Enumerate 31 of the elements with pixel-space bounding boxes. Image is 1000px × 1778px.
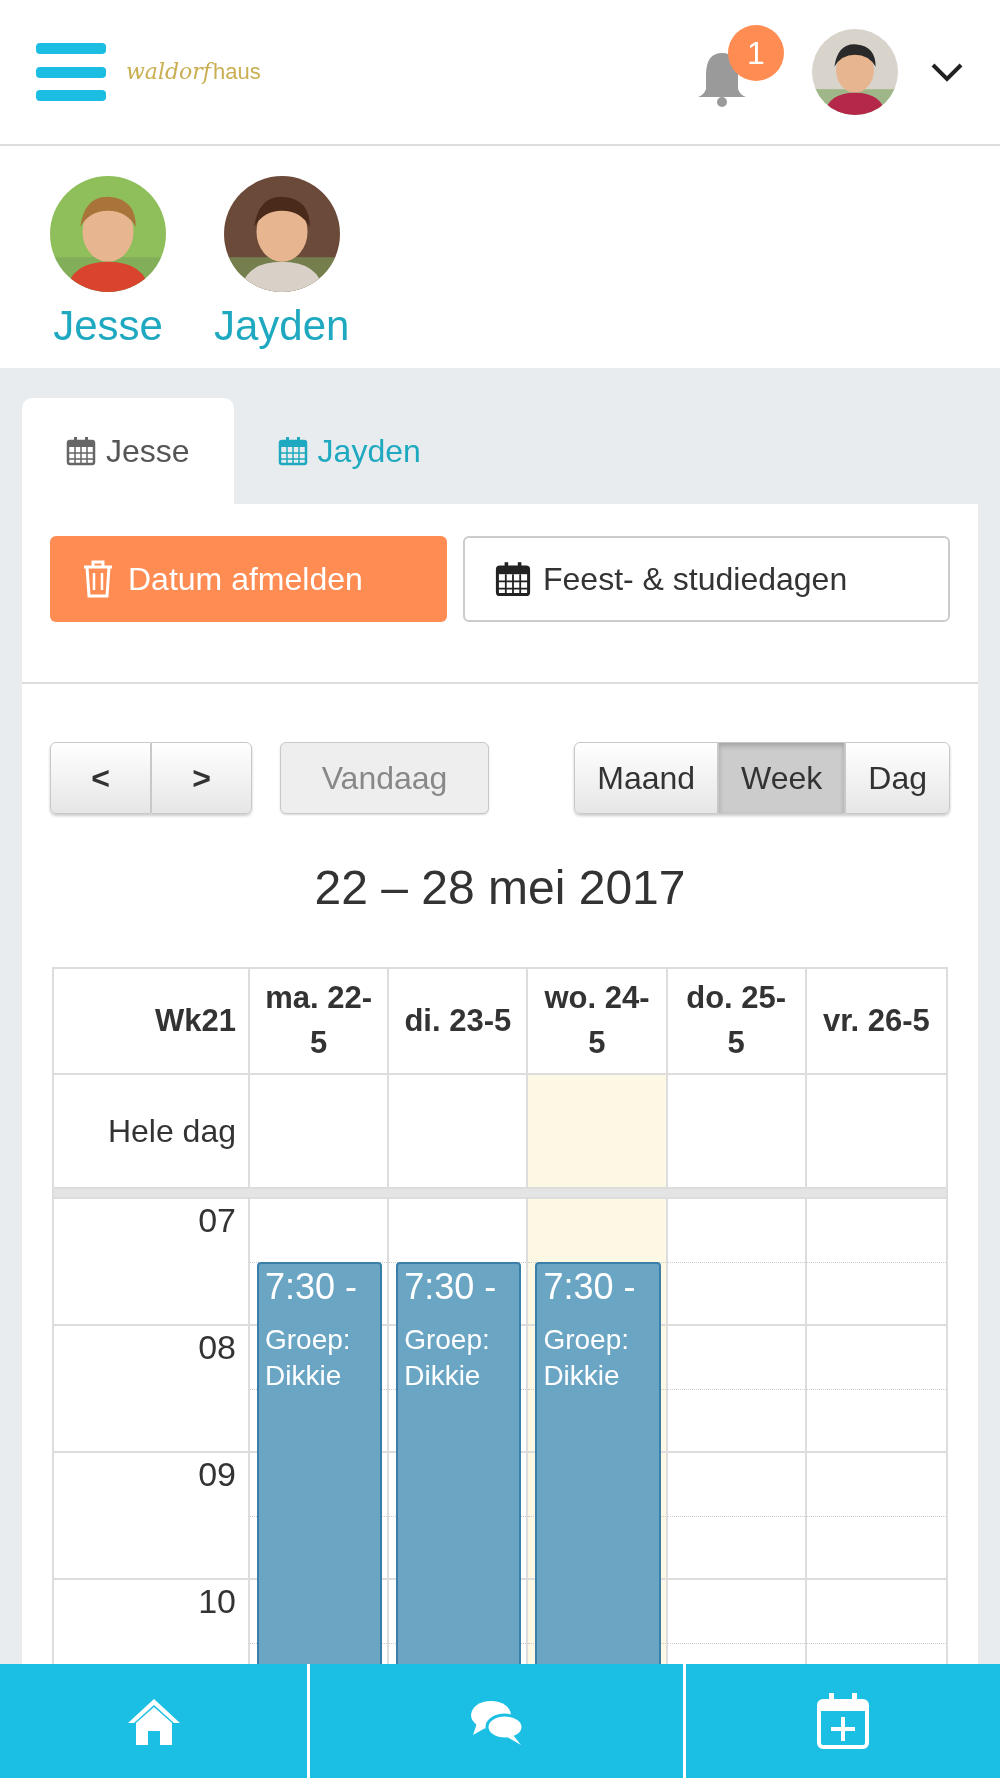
view-button[interactable]: Maand xyxy=(574,742,719,814)
calendar-event[interactable]: 7:30 - Groep: Dikkie xyxy=(257,1262,383,1664)
calendar-icon xyxy=(495,559,531,599)
calendar-icon xyxy=(277,436,308,466)
hour-label: 09 xyxy=(197,1454,237,1495)
tab[interactable]: Jesse xyxy=(22,398,234,504)
unsubscribe-date-button[interactable]: Datum afmelden xyxy=(50,536,447,622)
child-name[interactable]: Jesse xyxy=(53,302,163,350)
calendar-event[interactable]: 7:30 - Groep: Dikkie xyxy=(396,1262,522,1664)
menu-icon[interactable] xyxy=(36,43,106,101)
tab[interactable]: Jayden xyxy=(233,398,465,504)
day-header: di. 23-5 xyxy=(389,969,529,1075)
view-button[interactable]: Week xyxy=(718,742,846,814)
previous-button[interactable]: < xyxy=(50,742,151,814)
calendar-event[interactable]: 7:30 - Groep: Dikkie xyxy=(535,1262,661,1664)
day-header: ma. 22-5 xyxy=(250,969,390,1075)
notification-badge: 1 xyxy=(728,25,784,81)
next-button[interactable]: > xyxy=(151,742,252,814)
logo-text: haus xyxy=(213,59,261,85)
date-range-title: 22 – 28 mei 2017 xyxy=(313,860,687,916)
hour-label: 07 xyxy=(197,1200,237,1241)
day-header: do. 25-5 xyxy=(667,969,807,1075)
chevron-down-icon[interactable] xyxy=(930,61,964,83)
view-button[interactable]: Dag xyxy=(845,742,950,814)
calendar-icon xyxy=(66,436,96,466)
hour-label: 08 xyxy=(197,1327,237,1368)
child-name[interactable]: Jayden xyxy=(214,302,350,350)
week-number: Wk21 xyxy=(54,969,250,1075)
holidays-button[interactable]: Feest- & studiedagen xyxy=(463,536,950,622)
hour-label: 10 xyxy=(197,1581,237,1622)
day-header: vr. 26-5 xyxy=(806,969,946,1075)
